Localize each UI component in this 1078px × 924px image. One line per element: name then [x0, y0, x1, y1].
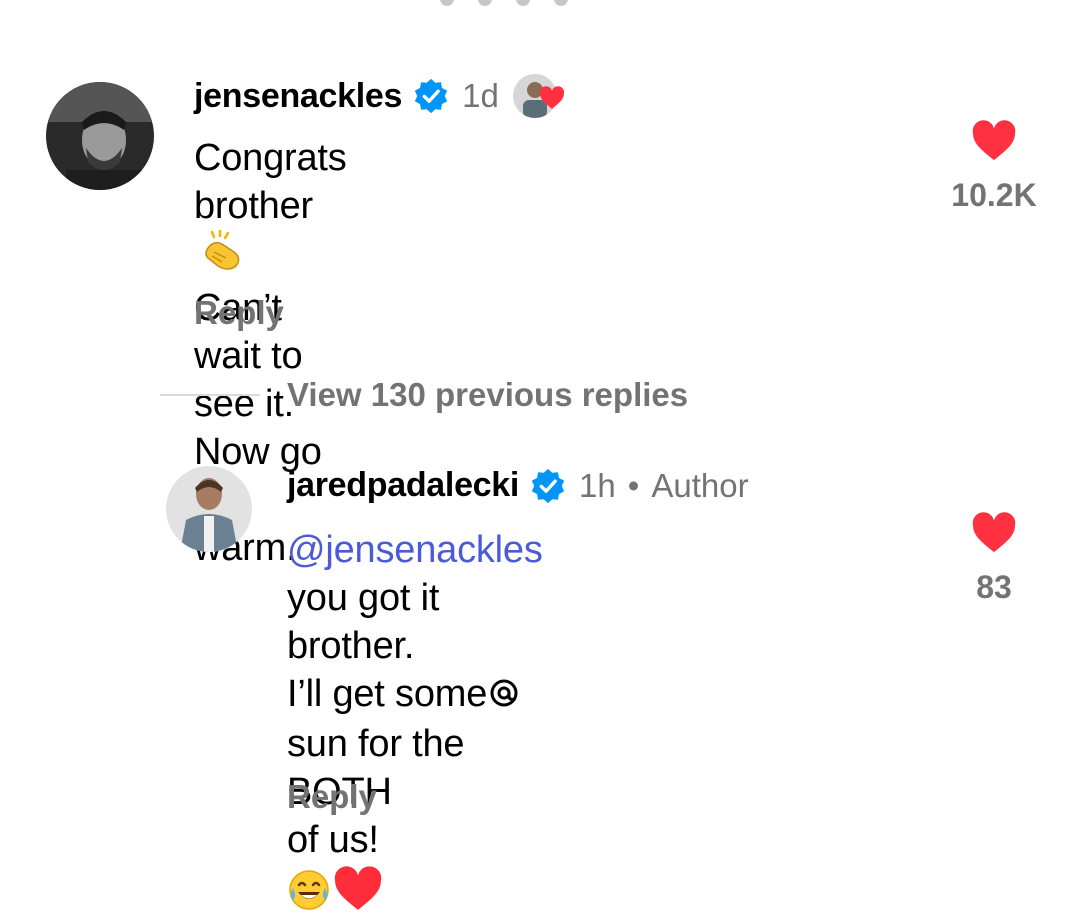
verified-badge-icon: [412, 77, 450, 115]
comment-username[interactable]: jaredpadalecki: [287, 466, 519, 505]
comment-timestamp: 1h: [579, 466, 616, 504]
comment-text: you got it: [287, 577, 440, 619]
reply-button[interactable]: Reply: [194, 294, 284, 332]
like-column: 83: [944, 512, 1044, 606]
like-count: 10.2K: [951, 177, 1037, 213]
avatar-jensenackles[interactable]: [46, 82, 154, 190]
comment-body: @jensenackles you got it brother. I’ll g…: [287, 526, 543, 924]
comment-text: I’ll get some: [287, 673, 488, 715]
clapping-hands-icon: [200, 228, 246, 284]
author-liked-heart-icon: [539, 85, 565, 115]
tears-of-joy-emoji-icon: [287, 868, 331, 924]
separator-dot: •: [627, 466, 640, 504]
verified-badge-icon: [529, 467, 567, 505]
thread-divider: [160, 394, 260, 396]
reply-button[interactable]: Reply: [287, 778, 377, 816]
like-heart-icon[interactable]: [944, 120, 1044, 167]
like-heart-icon[interactable]: [944, 512, 1044, 559]
comment-line: of us!: [287, 819, 379, 861]
red-heart-emoji-icon: [333, 866, 383, 924]
comment-timestamp: 1d: [462, 77, 499, 114]
sun-mention-icon: [489, 672, 519, 720]
like-count: 83: [976, 569, 1012, 605]
view-previous-replies-button[interactable]: View 130 previous replies: [287, 376, 688, 414]
comment-line: brother.: [287, 625, 415, 667]
comment-line: Congrats brother: [194, 137, 347, 227]
comment-username[interactable]: jensenackles: [194, 77, 402, 116]
mention-link[interactable]: @jensenackles: [287, 529, 543, 571]
like-column: 10.2K: [944, 120, 1044, 214]
author-label: Author: [651, 466, 749, 504]
top-pagination-dots: [440, 0, 640, 6]
avatar-jaredpadalecki[interactable]: [166, 466, 252, 552]
